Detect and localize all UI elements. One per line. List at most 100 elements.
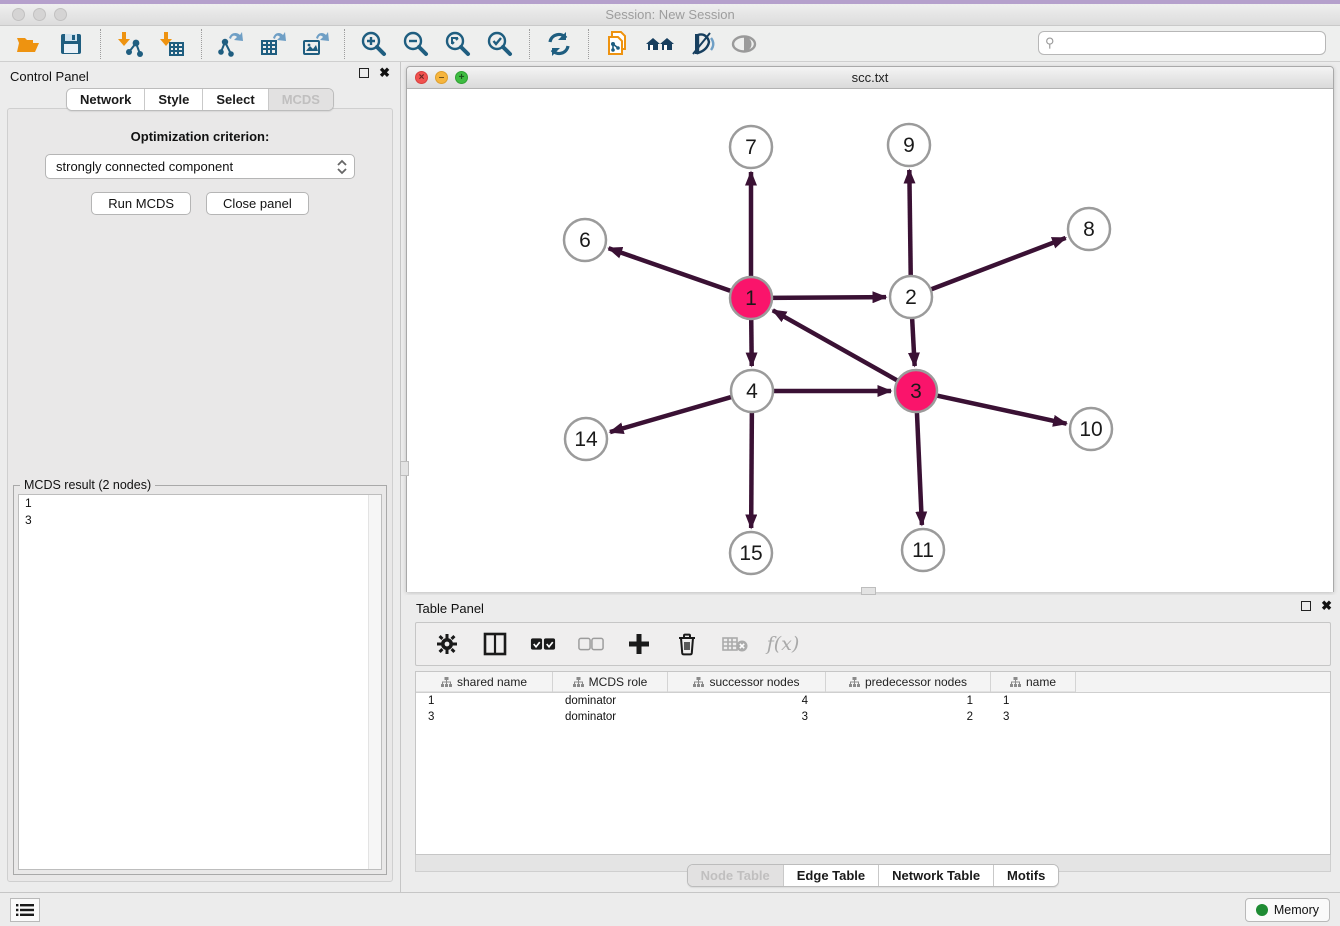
tab-network[interactable]: Network <box>67 89 144 110</box>
node-14[interactable]: 14 <box>565 418 607 460</box>
tab-edge-table[interactable]: Edge Table <box>783 865 878 886</box>
column-header-MCDS-role[interactable]: MCDS role <box>553 672 668 692</box>
node-2[interactable]: 2 <box>890 276 932 318</box>
table-cell[interactable]: 3 <box>991 711 1076 723</box>
table-cell[interactable]: 1 <box>416 695 553 707</box>
network-window-titlebar[interactable]: × – + scc.txt <box>407 67 1333 89</box>
import-table-icon[interactable] <box>157 29 187 59</box>
tab-select[interactable]: Select <box>202 89 267 110</box>
zoom-in-icon[interactable] <box>359 29 389 59</box>
edge-4-14[interactable] <box>610 396 734 432</box>
copy-network-icon[interactable] <box>603 29 633 59</box>
add-column-icon[interactable] <box>626 631 652 657</box>
save-icon[interactable] <box>56 29 86 59</box>
edge-4-15[interactable] <box>751 410 752 528</box>
memory-button[interactable]: Memory <box>1245 898 1330 922</box>
float-panel-icon[interactable] <box>359 68 369 78</box>
edge-1-2[interactable] <box>770 297 886 298</box>
table-cell[interactable]: 3 <box>668 711 826 723</box>
table-header-row[interactable]: shared nameMCDS rolesuccessor nodesprede… <box>416 672 1330 693</box>
mcds-result-text[interactable]: 13 <box>18 494 382 870</box>
node-1[interactable]: 1 <box>730 277 772 319</box>
result-line: 1 <box>19 495 381 512</box>
tab-motifs[interactable]: Motifs <box>993 865 1058 886</box>
table-row[interactable]: 3dominator323 <box>416 709 1330 725</box>
zoom-fit-icon[interactable] <box>443 29 473 59</box>
settings-gear-icon[interactable] <box>434 631 460 657</box>
zoom-out-icon[interactable] <box>401 29 431 59</box>
tab-network-table[interactable]: Network Table <box>878 865 993 886</box>
table-row[interactable]: 1dominator411 <box>416 693 1330 709</box>
close-table-panel-icon[interactable]: ✖ <box>1321 601 1332 611</box>
column-header-name[interactable]: name <box>991 672 1076 692</box>
node-10[interactable]: 10 <box>1070 408 1112 450</box>
search-field[interactable]: ⚲ <box>1038 31 1326 55</box>
chevron-up-down-icon <box>336 159 348 175</box>
column-header-predecessor-nodes[interactable]: predecessor nodes <box>826 672 991 692</box>
float-table-panel-icon[interactable] <box>1301 601 1311 611</box>
main-titlebar[interactable]: Session: New Session <box>0 4 1340 26</box>
column-header-shared-name[interactable]: shared name <box>416 672 553 692</box>
table-cell[interactable]: dominator <box>553 711 668 723</box>
table-cell[interactable]: 1 <box>826 695 991 707</box>
menu-list-button[interactable] <box>10 898 40 922</box>
close-panel-icon[interactable]: ✖ <box>379 68 390 78</box>
edge-2-3[interactable] <box>912 316 915 366</box>
split-divider-handle-horizontal[interactable] <box>861 587 876 595</box>
export-table-icon[interactable] <box>258 29 288 59</box>
select-all-checkboxes-icon[interactable] <box>530 631 556 657</box>
edge-2-9[interactable] <box>909 170 910 278</box>
deselect-all-checkboxes-icon[interactable] <box>578 631 604 657</box>
function-icon[interactable]: f(x) <box>770 631 796 657</box>
node-6[interactable]: 6 <box>564 219 606 261</box>
edge-1-4[interactable] <box>751 317 752 366</box>
node-4[interactable]: 4 <box>731 370 773 412</box>
import-network-icon[interactable] <box>115 29 145 59</box>
export-network-icon[interactable] <box>216 29 246 59</box>
node-9[interactable]: 9 <box>888 124 930 166</box>
open-file-icon[interactable] <box>14 29 44 59</box>
main-toolbar: ⚲ <box>0 26 1340 62</box>
search-input[interactable] <box>1055 33 1325 53</box>
split-divider-handle-vertical[interactable] <box>400 461 409 476</box>
mcds-result-box: MCDS result (2 nodes) 13 <box>13 485 387 875</box>
column-header-successor-nodes[interactable]: successor nodes <box>668 672 826 692</box>
svg-text:15: 15 <box>739 542 762 565</box>
delete-table-icon[interactable] <box>722 631 748 657</box>
table-cell[interactable]: 1 <box>991 695 1076 707</box>
export-image-icon[interactable] <box>300 29 330 59</box>
table-cell[interactable]: 4 <box>668 695 826 707</box>
table-cell[interactable]: 2 <box>826 711 991 723</box>
graphics-details-icon[interactable] <box>687 29 717 59</box>
tab-style[interactable]: Style <box>144 89 202 110</box>
node-15[interactable]: 15 <box>730 532 772 574</box>
node-8[interactable]: 8 <box>1068 208 1110 250</box>
edge-3-10[interactable] <box>935 395 1067 424</box>
node-table[interactable]: shared nameMCDS rolesuccessor nodesprede… <box>415 671 1331 855</box>
node-3[interactable]: 3 <box>895 370 937 412</box>
edge-3-11[interactable] <box>917 410 922 525</box>
home-network-icon[interactable] <box>645 29 675 59</box>
edge-2-8[interactable] <box>929 238 1066 290</box>
hierarchy-icon <box>573 677 584 687</box>
result-scrollbar[interactable] <box>368 495 381 869</box>
close-panel-button[interactable]: Close panel <box>206 192 309 215</box>
refresh-icon[interactable] <box>544 29 574 59</box>
run-mcds-button[interactable]: Run MCDS <box>91 192 191 215</box>
table-cell[interactable]: dominator <box>553 695 668 707</box>
tab-mcds[interactable]: MCDS <box>268 89 333 110</box>
optimization-criterion-select[interactable]: strongly connected component <box>45 154 355 179</box>
node-7[interactable]: 7 <box>730 126 772 168</box>
zoom-selected-icon[interactable] <box>485 29 515 59</box>
delete-column-icon[interactable] <box>674 631 700 657</box>
node-11[interactable]: 11 <box>902 529 944 571</box>
tab-node-table[interactable]: Node Table <box>688 865 783 886</box>
edge-1-6[interactable] <box>609 248 733 291</box>
eye-icon[interactable] <box>729 29 759 59</box>
edge-3-1[interactable] <box>773 310 900 381</box>
table-cell[interactable]: 3 <box>416 711 553 723</box>
control-panel: Control Panel ✖ NetworkStyleSelectMCDS O… <box>0 62 401 892</box>
network-canvas[interactable]: 7 9 6 8 1 2 4 3 14 10 15 11 <box>407 89 1333 592</box>
columns-icon[interactable] <box>482 631 508 657</box>
optimization-criterion-label: Optimization criterion: <box>8 129 392 144</box>
